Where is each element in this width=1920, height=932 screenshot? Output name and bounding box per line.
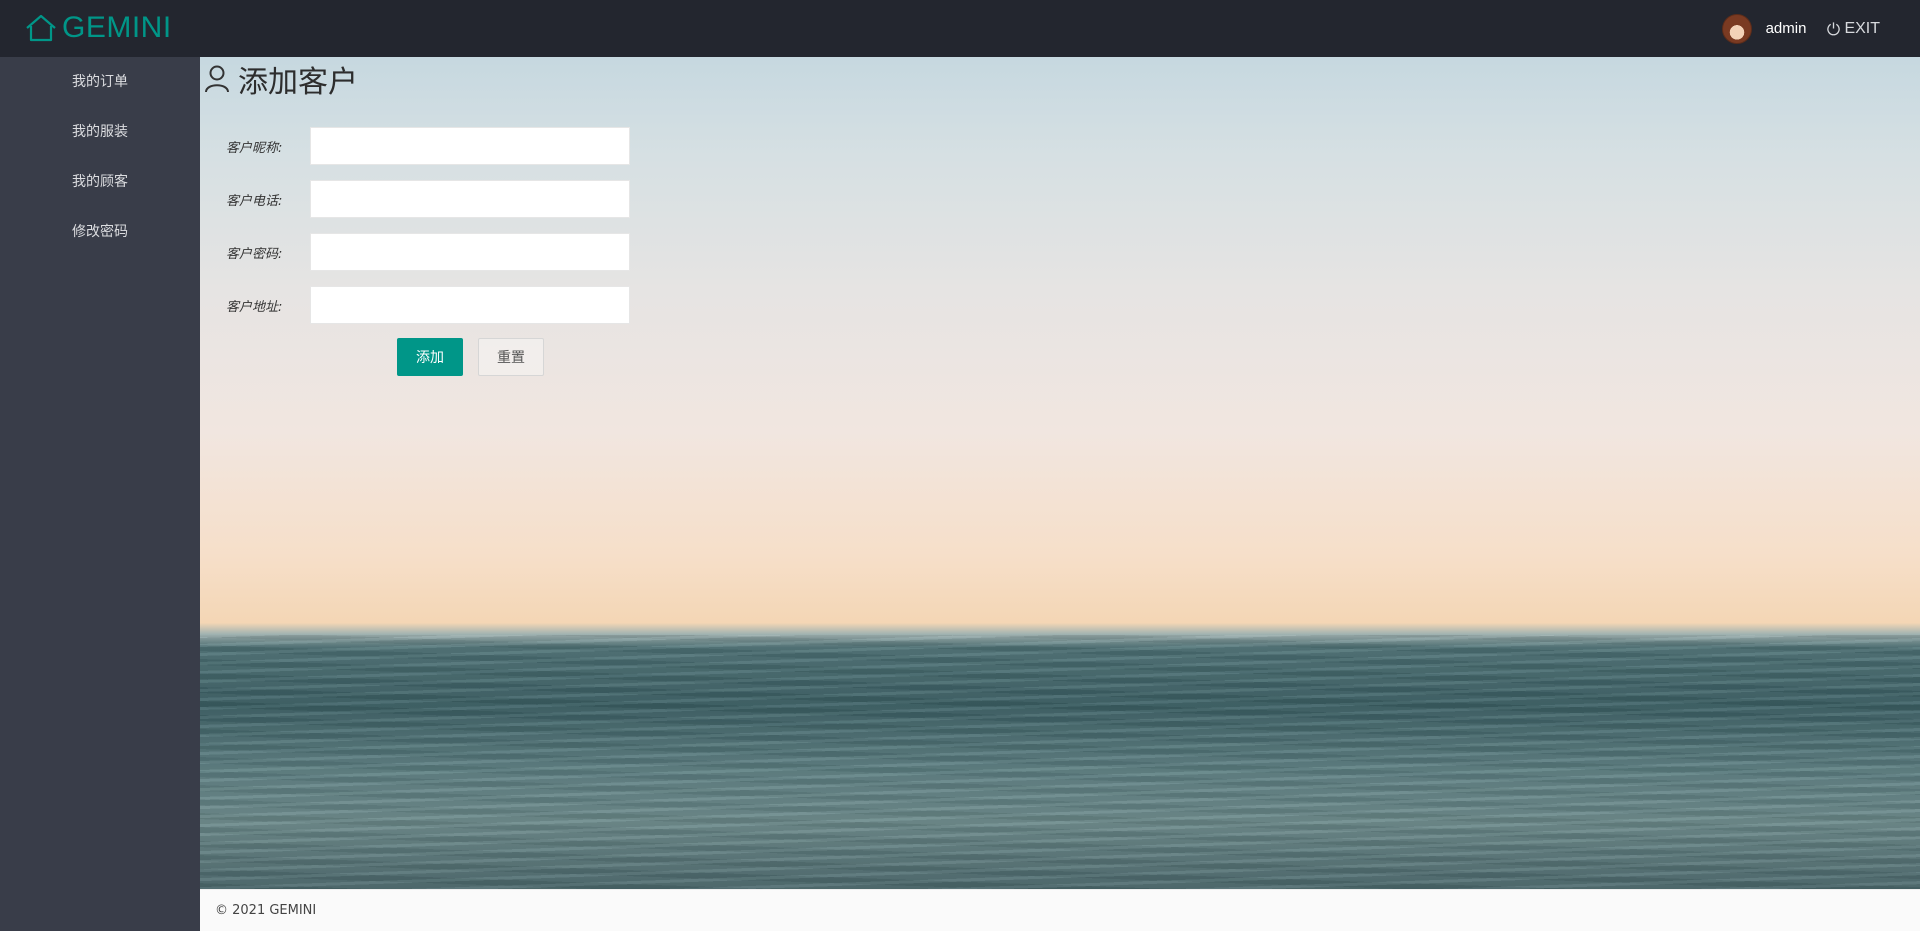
power-icon	[1827, 22, 1841, 36]
avatar[interactable]	[1721, 13, 1752, 44]
home-icon	[26, 14, 56, 42]
reset-button[interactable]: 重置	[478, 338, 544, 376]
top-header: GEMINI admin EXIT	[0, 0, 1920, 57]
phone-label: 客户电话:	[226, 193, 283, 209]
password-input[interactable]	[310, 233, 630, 271]
form-row-phone: 客户电话:	[220, 180, 640, 218]
logo[interactable]: GEMINI	[24, 10, 172, 46]
exit-label: EXIT	[1844, 19, 1880, 37]
add-customer-form: 客户昵称: 客户电话: 客户密码: 客户地址:	[220, 127, 640, 339]
username[interactable]: admin	[1766, 20, 1807, 37]
background-sea-image	[200, 635, 1920, 889]
nickname-label: 客户昵称:	[226, 140, 283, 156]
nickname-input[interactable]	[310, 127, 630, 165]
address-input[interactable]	[310, 286, 630, 324]
sidebar-item-clothing[interactable]: 我的服装	[0, 107, 200, 157]
footer-copyright: © 2021 GEMINI	[215, 903, 317, 918]
add-button[interactable]: 添加	[397, 338, 463, 376]
sidebar-item-customers[interactable]: 我的顾客	[0, 157, 200, 207]
form-buttons: 添加 重置	[397, 338, 544, 376]
sidebar: 我的订单 我的服装 我的顾客 修改密码	[0, 57, 200, 931]
password-label: 客户密码:	[226, 246, 283, 262]
page-title-text: 添加客户	[238, 65, 358, 100]
main-content: 添加客户 客户昵称: 客户电话: 客户密码: 客户地址: 添加 重置	[200, 57, 1920, 889]
sidebar-item-orders[interactable]: 我的订单	[0, 57, 200, 107]
form-row-password: 客户密码:	[220, 233, 640, 271]
user-area: admin EXIT	[1721, 0, 1920, 57]
sidebar-item-change-password[interactable]: 修改密码	[0, 207, 200, 257]
form-row-nickname: 客户昵称:	[220, 127, 640, 165]
phone-input[interactable]	[310, 180, 630, 218]
page-title: 添加客户	[204, 59, 358, 100]
footer: © 2021 GEMINI	[200, 889, 1920, 931]
person-icon	[205, 65, 229, 93]
exit-button[interactable]: EXIT	[1826, 20, 1880, 38]
logo-text: GEMINI	[62, 11, 172, 44]
form-row-address: 客户地址:	[220, 286, 640, 324]
address-label: 客户地址:	[226, 299, 283, 315]
